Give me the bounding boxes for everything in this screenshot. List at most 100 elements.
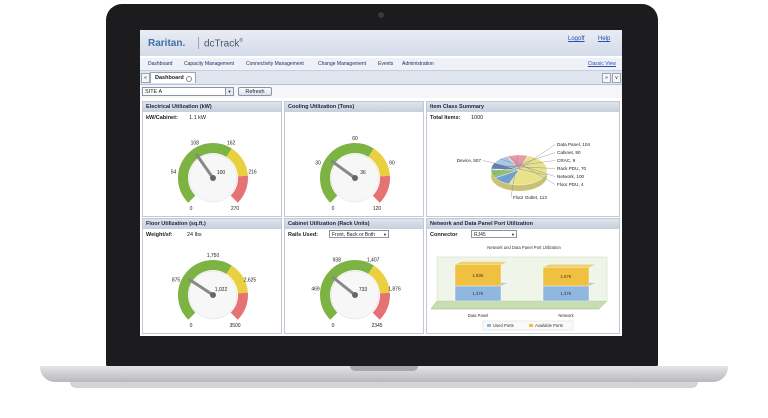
chevron-down-icon[interactable]: ▼ bbox=[225, 88, 233, 95]
tab-dashboard[interactable]: Dashboard bbox=[150, 72, 196, 83]
gauge-min-label: 0 bbox=[332, 323, 335, 329]
tab-scroll-left-button[interactable]: « bbox=[141, 73, 150, 83]
gauge-hub bbox=[352, 292, 358, 298]
dashboard-toolbar: SITE A ▼ Refresh bbox=[140, 85, 622, 98]
bar-segment-top bbox=[543, 264, 595, 268]
site-select-value: SITE A bbox=[145, 89, 163, 95]
gauge-tick-label: 938 bbox=[333, 257, 342, 263]
weight-sf-label: Weight/sf: bbox=[146, 232, 173, 238]
site-select[interactable]: SITE A ▼ bbox=[142, 87, 234, 96]
laptop-shadow bbox=[70, 382, 698, 388]
gauge-max-label: 3500 bbox=[229, 323, 240, 329]
legend-label: Used Ports bbox=[493, 323, 514, 328]
gauge-hub bbox=[352, 175, 358, 181]
gauge-value-label: 1,022 bbox=[215, 287, 228, 293]
kw-cabinet-label: kW/Cabinet: bbox=[146, 115, 178, 121]
tab-menu-button[interactable]: v bbox=[612, 73, 621, 83]
nav-events[interactable]: Events bbox=[378, 61, 393, 67]
cooling-utilization-panel: Cooling Utilization (Tons) 30 60 90 0 120 36 bbox=[284, 101, 424, 217]
panel-title: Floor Utilization (sq.ft.) bbox=[143, 219, 281, 229]
gauge-tick-label: 90 bbox=[389, 161, 395, 167]
electrical-gauge: 54 108 162 216 0 270 100 bbox=[171, 140, 257, 212]
pie-label: Data Panel, 104 bbox=[557, 142, 590, 147]
product-name: dcTrack® bbox=[204, 38, 243, 49]
rails-used-label: Rails Used: bbox=[288, 232, 318, 238]
tab-bar: « Dashboard » v bbox=[140, 71, 622, 85]
gauge-tick-label: 30 bbox=[315, 161, 321, 167]
chart-title: Network and Data Panel Port Utilization bbox=[487, 245, 561, 250]
kw-cabinet-value: 1.1 kW bbox=[189, 115, 207, 121]
floor-utilization-panel: Floor Utilization (sq.ft.) Weight/sf: 24… bbox=[142, 218, 282, 334]
item-class-summary-panel: Item Class Summary Total Items: 1000 Dev… bbox=[426, 101, 620, 217]
item-class-pie-chart: Device, 507 Data Panel, 104 Cabinet, 90 CRA… bbox=[457, 142, 591, 200]
logoff-link[interactable]: Logoff bbox=[568, 36, 585, 42]
nav-change-management[interactable]: Change Management bbox=[318, 61, 366, 67]
gauge-tick-label: 162 bbox=[227, 140, 236, 146]
gauge-tick-label: 469 bbox=[311, 287, 320, 293]
nav-connectivity-management[interactable]: Connectivity Management bbox=[246, 61, 304, 67]
gauge-max-label: 120 bbox=[373, 206, 382, 212]
port-utilization-bar-chart: Network and Data Panel Port Utilization 1… bbox=[430, 245, 608, 331]
bar-value-label: 1.93K bbox=[473, 273, 484, 278]
gauge-tick-label: 54 bbox=[171, 170, 177, 176]
camera-icon bbox=[378, 12, 384, 18]
refresh-button[interactable]: Refresh bbox=[238, 87, 272, 96]
nav-administration[interactable]: Administration bbox=[402, 61, 434, 67]
app-screen: Raritan. dcTrack® Logoff Help Dashboard … bbox=[140, 30, 622, 336]
bar-value-label: 1.37K bbox=[473, 291, 484, 296]
connector-select[interactable]: RJ45 ▼ bbox=[471, 230, 517, 238]
gauge-value-label: 100 bbox=[217, 170, 226, 176]
gauge-value-label: 733 bbox=[359, 287, 368, 293]
help-link[interactable]: Help bbox=[598, 36, 610, 42]
app-header: Raritan. dcTrack® Logoff Help bbox=[140, 30, 622, 56]
pie-label: Floor Outlet, 113 bbox=[513, 195, 547, 200]
panel-title: Cabinet Utilization (Rack Units) bbox=[285, 219, 423, 229]
brand-logo: Raritan. bbox=[148, 38, 186, 49]
category-label: Data Panel bbox=[468, 313, 489, 318]
gauge-tick-label: 875 bbox=[172, 278, 181, 284]
category-label: Network bbox=[558, 313, 574, 318]
gauge-max-label: 2345 bbox=[371, 323, 382, 329]
pie-label: Cabinet, 90 bbox=[557, 150, 581, 155]
gauge-tick-label: 108 bbox=[191, 140, 200, 146]
gauge-hub bbox=[210, 175, 216, 181]
gauge-tick-label: 1,407 bbox=[367, 257, 380, 263]
cooling-gauge: 30 60 90 0 120 36 bbox=[315, 136, 395, 212]
cabinet-utilization-panel: Cabinet Utilization (Rack Units) Rails U… bbox=[284, 218, 424, 334]
gauge-min-label: 0 bbox=[190, 323, 193, 329]
panel-title: Item Class Summary bbox=[427, 102, 619, 112]
gauge-tick-label: 60 bbox=[352, 136, 358, 142]
rails-used-value: Front, Back or Both bbox=[332, 232, 376, 238]
bar-value-label: 1.37K bbox=[561, 291, 572, 296]
connector-value: RJ45 bbox=[474, 232, 486, 238]
gauge-min-label: 0 bbox=[332, 206, 335, 212]
tab-dashboard-label: Dashboard bbox=[155, 75, 184, 81]
gauge-tick-label: 2,625 bbox=[244, 278, 257, 284]
nav-dashboard[interactable]: Dashboard bbox=[148, 61, 172, 67]
legend-swatch bbox=[487, 324, 491, 327]
classic-view-link[interactable]: Classic View bbox=[588, 61, 616, 67]
weight-sf-value: 24 lbs bbox=[187, 232, 202, 238]
nav-capacity-management[interactable]: Capacity Management bbox=[184, 61, 234, 67]
main-nav: Dashboard Capacity Management Connectivi… bbox=[140, 58, 622, 71]
rails-used-select[interactable]: Front, Back or Both ▼ bbox=[329, 230, 389, 238]
chart-floor bbox=[430, 300, 608, 310]
chevron-down-icon[interactable]: ▼ bbox=[383, 231, 387, 239]
close-tab-icon[interactable] bbox=[186, 76, 192, 82]
gauge-tick-label: 1,876 bbox=[388, 287, 401, 293]
product-name-text: dcTrack bbox=[204, 38, 240, 50]
chevron-down-icon[interactable]: ▼ bbox=[511, 231, 515, 239]
panel-title: Network and Data Panel Port Utilization bbox=[427, 219, 619, 229]
port-utilization-panel: Network and Data Panel Port Utilization … bbox=[426, 218, 620, 334]
laptop-base bbox=[40, 366, 728, 382]
legend-label: Available Ports bbox=[535, 323, 563, 328]
bar-segment-top bbox=[455, 261, 507, 265]
gauge-min-label: 0 bbox=[190, 206, 193, 212]
tab-scroll-right-button[interactable]: » bbox=[602, 73, 611, 83]
pie-label: Floor PDU, 4 bbox=[557, 182, 584, 187]
total-items-value: 1000 bbox=[471, 115, 484, 121]
pie-label: Network, 100 bbox=[557, 174, 585, 179]
total-items-label: Total Items: bbox=[430, 115, 461, 121]
connector-label: Connector bbox=[430, 232, 458, 238]
cabinet-gauge: 469 938 1,407 1,876 0 2345 733 bbox=[311, 257, 401, 329]
